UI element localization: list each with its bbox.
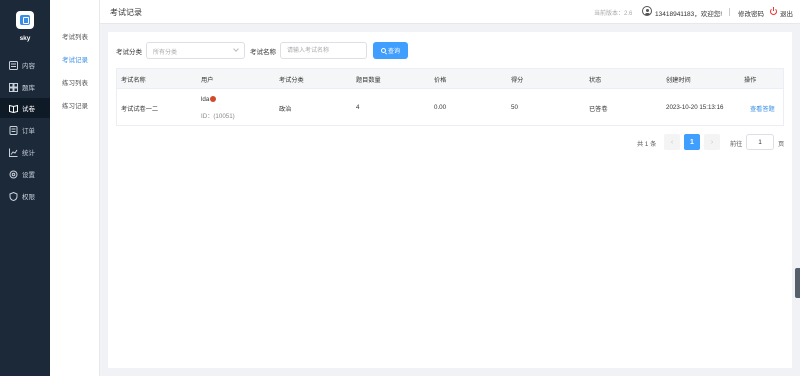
- cell-user-id: ID：(10051): [201, 113, 235, 120]
- search-icon: [380, 48, 386, 53]
- sidebar-item-stats[interactable]: 统计: [0, 142, 50, 162]
- sidebar-item-label: 题库: [22, 85, 35, 92]
- cell-user: lda: [201, 96, 217, 103]
- col-header-exam-name: 考试名称: [121, 77, 146, 84]
- subnav-item-practice-records[interactable]: 练习记录: [50, 100, 100, 110]
- sidebar-item-label: 订单: [22, 128, 35, 135]
- sidebar-item-permission[interactable]: 权限: [0, 186, 50, 206]
- page-suffix-label: 页: [778, 141, 785, 148]
- exam-paper-icon: [8, 103, 18, 113]
- next-page-button[interactable]: ›: [704, 134, 720, 150]
- top-bar: 考试记录 当前版本：2.6 13418941183，欢迎您! 修改密码 退出: [100, 0, 800, 24]
- cell-score: 50: [511, 104, 518, 111]
- app-name: sky: [19, 35, 31, 42]
- sidebar-item-label: 统计: [22, 150, 35, 157]
- prev-page-button[interactable]: ‹: [664, 134, 680, 150]
- welcome-text: 13418941183，欢迎您!: [655, 11, 723, 18]
- subnav-item-practice-list[interactable]: 练习列表: [50, 77, 100, 87]
- cell-question-count: 4: [356, 104, 360, 111]
- main-content: 考试分类 所有分类 考试名称 查询 考试名称 用户 考试分类 题目数量 价格 得…: [108, 32, 792, 368]
- sidebar-item-label: 内容: [22, 63, 35, 70]
- subnav-item-exam-records[interactable]: 考试记录: [50, 54, 100, 64]
- sidebar-item-question-bank[interactable]: 题库: [0, 77, 50, 97]
- chevron-down-icon: [233, 46, 239, 52]
- content-icon: [8, 60, 18, 70]
- logo-icon: [20, 15, 30, 25]
- sidebar-item-exam-paper[interactable]: 试卷: [0, 98, 50, 118]
- records-table: 考试名称 用户 考试分类 题目数量 价格 得分 状态 创建时间 操作 考试试卷一…: [116, 68, 784, 126]
- settings-icon: [8, 169, 18, 179]
- exam-name-filter-label: 考试名称: [250, 49, 276, 56]
- sub-navigation: 考试列表 考试记录 练习列表 练习记录: [50, 0, 100, 376]
- query-button-label: 查询: [387, 49, 400, 55]
- query-button[interactable]: 查询: [373, 42, 408, 59]
- category-select[interactable]: 所有分类: [146, 42, 245, 59]
- col-header-price: 价格: [434, 77, 447, 84]
- col-header-action: 操作: [744, 77, 757, 84]
- sidebar-item-label: 试卷: [22, 106, 35, 113]
- version-label: 当前版本：2.6: [594, 11, 633, 17]
- category-filter-label: 考试分类: [116, 49, 142, 56]
- subnav-item-exam-list[interactable]: 考试列表: [50, 31, 100, 41]
- sidebar-item-order[interactable]: 订单: [0, 120, 50, 140]
- col-header-question-count: 题目数量: [356, 77, 381, 84]
- change-password-link[interactable]: 修改密码: [738, 8, 764, 18]
- exam-name-input[interactable]: [280, 42, 367, 59]
- user-icon: [642, 6, 652, 16]
- sidebar-item-label: 设置: [22, 172, 35, 179]
- order-icon: [8, 125, 18, 135]
- table-header: 考试名称 用户 考试分类 题目数量 价格 得分 状态 创建时间 操作: [117, 69, 783, 89]
- sidebar-item-content[interactable]: 内容: [0, 55, 50, 75]
- col-header-category: 考试分类: [279, 77, 304, 84]
- pagination-total: 共 1 条: [637, 141, 657, 148]
- cell-status: 已答卷: [589, 106, 608, 113]
- category-select-value: 所有分类: [153, 50, 178, 56]
- col-header-created-at: 创建时间: [666, 77, 691, 84]
- cell-price: 0.00: [434, 104, 447, 111]
- page-title: 考试记录: [110, 8, 142, 17]
- pagination: 共 1 条 ‹ 1 › 前往 页: [108, 134, 792, 150]
- power-icon[interactable]: [770, 6, 777, 15]
- user-avatar-icon: [210, 96, 217, 102]
- table-row: 考试试卷一二 lda ID：(10051) 政治 4 0.00 50 已答卷 2…: [117, 89, 783, 125]
- goto-page-input[interactable]: [746, 134, 774, 150]
- cell-exam-name: 考试试卷一二: [121, 106, 159, 113]
- app-logo: [16, 11, 34, 29]
- view-answers-link[interactable]: 查看答题: [750, 104, 775, 113]
- sidebar-item-label: 权限: [22, 194, 35, 201]
- col-header-score: 得分: [511, 77, 524, 84]
- cell-category: 政治: [279, 106, 292, 113]
- permission-icon: [8, 191, 18, 201]
- col-header-user: 用户: [201, 77, 214, 84]
- user-name: lda: [201, 96, 210, 103]
- page-number-button[interactable]: 1: [684, 134, 700, 150]
- side-drawer-handle[interactable]: [795, 268, 800, 298]
- goto-label: 前往: [730, 141, 743, 148]
- sidebar-item-settings[interactable]: 设置: [0, 164, 50, 184]
- main-sidebar: sky 内容 题库 试卷 订单 统计 设置 权限: [0, 0, 50, 376]
- logout-link[interactable]: 退出: [780, 8, 793, 18]
- question-bank-icon: [8, 82, 18, 92]
- header-divider: [729, 8, 730, 16]
- cell-created-at: 2023-10-20 15:13:16: [666, 104, 724, 111]
- col-header-status: 状态: [589, 77, 602, 84]
- stats-icon: [8, 147, 18, 157]
